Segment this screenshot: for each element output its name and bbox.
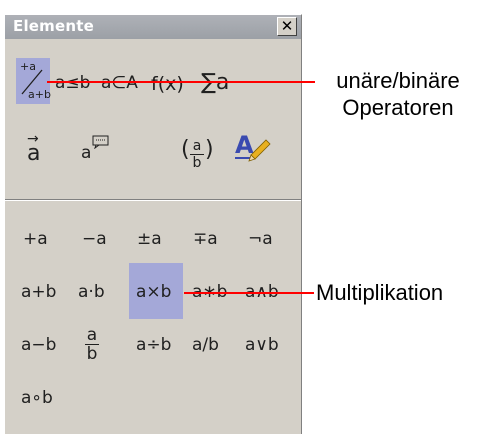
annotation-multiplication: Multiplikation [316,280,444,305]
speech-bubble-icon [92,135,109,149]
separator-highlight [5,200,301,201]
bracket-right-icon: ) [205,137,214,162]
op-not-a[interactable]: ¬a [248,229,273,249]
category-formats[interactable]: A [233,131,273,165]
unary-binary-icon: +a a+b [16,58,51,104]
op-a-cdot-b[interactable]: a·b [78,282,105,302]
format-pencil-icon: A [235,131,271,162]
op-a-times-b[interactable]: a×b [136,282,171,302]
category-functions[interactable]: f(x) [151,73,184,95]
op-plusminus-a[interactable]: ±a [137,229,162,249]
op-a-slash-b[interactable]: a/b [192,335,219,355]
callout-line-operators [47,81,315,83]
annotation-operators-line1: unäre/binäre [336,68,460,93]
close-button[interactable]: ✕ [277,17,297,36]
op-a-circ-b[interactable]: a∘b [21,388,53,408]
frac-b-text: b [86,344,98,364]
op-plus-a[interactable]: +a [23,229,48,249]
bracket-left-icon: ( [181,137,190,162]
category-relations[interactable]: a≤b [55,73,90,93]
close-icon: ✕ [280,17,294,35]
op-minusplus-a[interactable]: ∓a [193,229,218,249]
bracket-a-text: a [192,138,202,154]
op-minus-a[interactable]: −a [82,229,107,249]
frac-a-text: a [86,325,98,345]
op-a-minus-b[interactable]: a−b [21,335,56,355]
annotation-operators-line2: Operatoren [342,95,454,120]
bracket-fraction: a b [190,139,204,170]
annotation-operators: unäre/binäre Operatoren [316,67,480,121]
op-a-div-b[interactable]: a÷b [136,335,171,355]
category-attributes[interactable]: → a [25,131,49,166]
vector-a-text: a [27,141,41,166]
unary-bottom-text: a+b [28,88,51,101]
category-others[interactable]: a [81,133,115,163]
panel-title: Elemente [13,17,94,35]
others-a-text: a [81,143,92,163]
op-a-or-b[interactable]: a∨b [245,335,279,355]
op-a-plus-b[interactable]: a+b [21,282,56,302]
bracket-b-text: b [192,155,202,171]
category-brackets[interactable]: ( a b ) [181,135,215,170]
elements-panel: Elemente ✕ +a a+b a≤b a∈A f(x) ∑a → a a … [4,14,302,434]
callout-line-multiplication [184,292,314,294]
op-a-over-b[interactable]: a b [85,325,99,364]
panel-titlebar[interactable]: Elemente ✕ [5,15,301,39]
category-set-operations[interactable]: a∈A [101,73,138,93]
